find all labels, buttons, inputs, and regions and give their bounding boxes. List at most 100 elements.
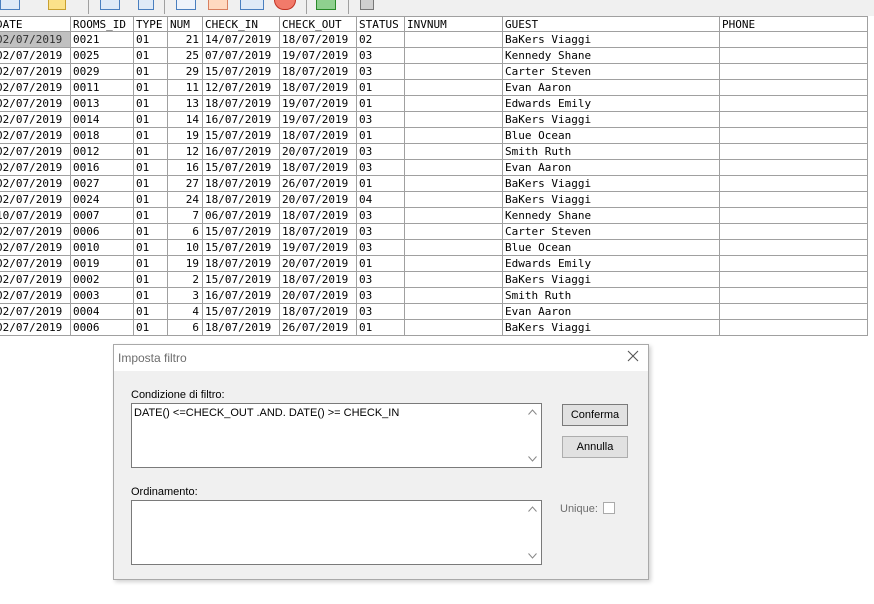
table-cell[interactable]: BaKers Viaggi	[503, 176, 720, 192]
scroll-down-icon[interactable]	[528, 456, 537, 462]
table-cell[interactable]	[720, 208, 868, 224]
table-cell[interactable]: Carter Steven	[503, 224, 720, 240]
table-cell[interactable]	[405, 208, 503, 224]
column-header[interactable]: PHONE	[720, 16, 868, 32]
table-row[interactable]: 02/07/2019 0019 01 19 18/07/2019 20/07/2019 01…	[0, 256, 868, 272]
table-cell[interactable]: 16/07/2019	[203, 288, 280, 304]
column-header[interactable]: DATE	[0, 16, 71, 32]
table-cell[interactable]: 18/07/2019	[203, 176, 280, 192]
table-cell[interactable]: 3	[168, 288, 203, 304]
table-cell[interactable]	[720, 96, 868, 112]
edit-icon[interactable]	[176, 0, 196, 10]
table-cell[interactable]: 15/07/2019	[203, 240, 280, 256]
table-cell[interactable]: 15/07/2019	[203, 272, 280, 288]
table-cell[interactable]: 01	[134, 272, 168, 288]
table-cell[interactable]: 18/07/2019	[280, 160, 357, 176]
table-cell[interactable]: 19/07/2019	[280, 48, 357, 64]
table-cell[interactable]	[405, 192, 503, 208]
table-cell[interactable]: 01	[134, 128, 168, 144]
table-cell[interactable]: 14	[168, 112, 203, 128]
table-cell[interactable]: Carter Steven	[503, 64, 720, 80]
table-cell[interactable]: 03	[357, 240, 405, 256]
table-row[interactable]: 02/07/2019 0016 01 16 15/07/2019 18/07/2019 03…	[0, 160, 868, 176]
table-cell[interactable]: 0018	[71, 128, 134, 144]
table-cell[interactable]: 12	[168, 144, 203, 160]
table-cell[interactable]: 0011	[71, 80, 134, 96]
confirm-button[interactable]: Conferma	[562, 404, 628, 426]
table-cell[interactable]: 18/07/2019	[280, 80, 357, 96]
table-cell[interactable]: 02/07/2019	[0, 176, 71, 192]
table-row[interactable]: 02/07/2019 0024 01 24 18/07/2019 20/07/2019 04…	[0, 192, 868, 208]
table-cell[interactable]: 02/07/2019	[0, 240, 71, 256]
table-cell[interactable]	[720, 272, 868, 288]
table-cell[interactable]	[405, 80, 503, 96]
table-cell[interactable]: 19/07/2019	[280, 96, 357, 112]
table-cell[interactable]	[405, 224, 503, 240]
table-cell[interactable]: Edwards Emily	[503, 96, 720, 112]
table-row[interactable]: 02/07/2019 0013 01 13 18/07/2019 19/07/2019 01…	[0, 96, 868, 112]
table-cell[interactable]: 02	[357, 32, 405, 48]
table-cell[interactable]: 18/07/2019	[203, 256, 280, 272]
table-cell[interactable]: 11	[168, 80, 203, 96]
table-cell[interactable]: 19	[168, 256, 203, 272]
table-cell[interactable]	[720, 160, 868, 176]
table-cell[interactable]: 01	[134, 240, 168, 256]
table-cell[interactable]: 01	[134, 80, 168, 96]
table-cell[interactable]: 18/07/2019	[280, 32, 357, 48]
table-cell[interactable]: 6	[168, 320, 203, 336]
table-cell[interactable]: 03	[357, 144, 405, 160]
table-row[interactable]: 02/07/2019 0011 01 11 12/07/2019 18/07/2019 01…	[0, 80, 868, 96]
table-cell[interactable]: 0016	[71, 160, 134, 176]
table-cell[interactable]: 01	[134, 192, 168, 208]
table-cell[interactable]: 01	[357, 96, 405, 112]
table-cell[interactable]: Edwards Emily	[503, 256, 720, 272]
table-cell[interactable]: BaKers Viaggi	[503, 272, 720, 288]
table-cell[interactable]	[405, 272, 503, 288]
table-cell[interactable]: 02/07/2019	[0, 320, 71, 336]
table-cell[interactable]	[405, 112, 503, 128]
table-cell[interactable]: 01	[134, 208, 168, 224]
column-header[interactable]: STATUS	[357, 16, 405, 32]
table-cell[interactable]	[720, 32, 868, 48]
table-cell[interactable]: 03	[357, 48, 405, 64]
table-cell[interactable]: 0029	[71, 64, 134, 80]
table-cell[interactable]: 01	[357, 128, 405, 144]
table-cell[interactable]: Evan Aaron	[503, 304, 720, 320]
table-cell[interactable]	[405, 48, 503, 64]
table-cell[interactable]: 19/07/2019	[280, 240, 357, 256]
refresh-icon[interactable]	[316, 0, 336, 10]
table-row[interactable]: 02/07/2019 0003 01 3 16/07/2019 20/07/2019 03 S…	[0, 288, 868, 304]
table-cell[interactable]: 19/07/2019	[280, 112, 357, 128]
table-cell[interactable]: 02/07/2019	[0, 288, 71, 304]
table-cell[interactable]: 02/07/2019	[0, 256, 71, 272]
column-header[interactable]: CHECK_OUT	[280, 16, 357, 32]
folder-icon[interactable]	[48, 0, 66, 10]
table-cell[interactable]: 29	[168, 64, 203, 80]
filter-condition-field[interactable]: DATE() <=CHECK_OUT .AND. DATE() >= CHECK…	[131, 403, 542, 468]
table-cell[interactable]: 03	[357, 272, 405, 288]
table-cell[interactable]: 0002	[71, 272, 134, 288]
column-header[interactable]: ROOMS_ID	[71, 16, 134, 32]
table-cell[interactable]: 01	[134, 64, 168, 80]
table-cell[interactable]	[720, 320, 868, 336]
copy-icon[interactable]	[100, 0, 120, 10]
dialog-titlebar[interactable]: Imposta filtro	[114, 345, 648, 371]
table-cell[interactable]: 0010	[71, 240, 134, 256]
table-cell[interactable]: 01	[134, 288, 168, 304]
table-cell[interactable]: 02/07/2019	[0, 32, 71, 48]
table-cell[interactable]: 27	[168, 176, 203, 192]
table-cell[interactable]: 18/07/2019	[203, 96, 280, 112]
table-cell[interactable]: 16	[168, 160, 203, 176]
table-cell[interactable]: 04	[357, 192, 405, 208]
table-cell[interactable]: 0027	[71, 176, 134, 192]
table-cell[interactable]: 10	[168, 240, 203, 256]
table-cell[interactable]: 26/07/2019	[280, 320, 357, 336]
table-cell[interactable]: 18/07/2019	[203, 192, 280, 208]
table-cell[interactable]: 03	[357, 112, 405, 128]
table-cell[interactable]: 02/07/2019	[0, 304, 71, 320]
table-cell[interactable]: 15/07/2019	[203, 64, 280, 80]
table-cell[interactable]	[405, 320, 503, 336]
cancel-button[interactable]: Annulla	[562, 436, 628, 458]
table-cell[interactable]: 10/07/2019	[0, 208, 71, 224]
table-cell[interactable]: 02/07/2019	[0, 80, 71, 96]
